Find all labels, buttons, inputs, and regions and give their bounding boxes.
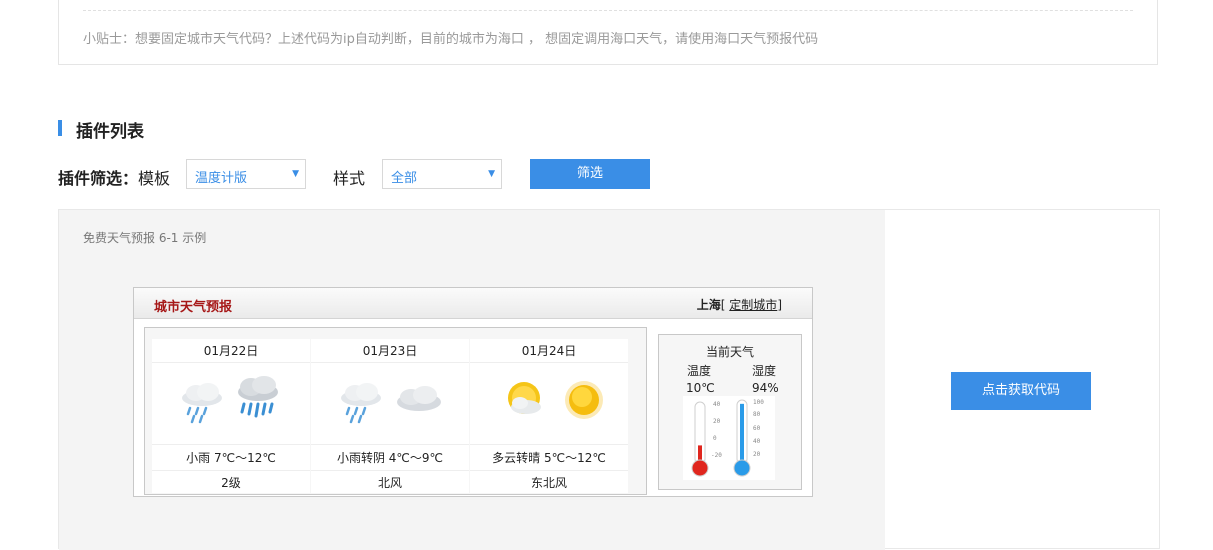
- forecast-wind: 东北风: [470, 470, 628, 494]
- template-select[interactable]: 温度计版 ▼: [186, 159, 306, 189]
- temp-tick-label: 20: [713, 418, 721, 425]
- tip-text: 小贴士：想要固定城市天气代码？上述代码为ip自动判断，目前的城市为海口 ， 想固…: [83, 32, 819, 47]
- template-label: 模板: [138, 169, 171, 188]
- divider: [83, 10, 1133, 11]
- light-rain-icon: [182, 383, 222, 424]
- bracket-close: ]: [777, 298, 782, 312]
- forecast-icons: [311, 364, 469, 444]
- demo-preview: 免费天气预报 6-1 示例 城市天气预报 上海[ 定制城市] 01月22日 小雨…: [59, 210, 885, 550]
- template-select-value: 温度计版: [195, 171, 248, 186]
- forecast-day: 01月23日 小雨转阴 4℃～9℃ 北风: [311, 339, 469, 493]
- heavy-rain-icon: [238, 376, 278, 418]
- chevron-down-icon: ▼: [488, 169, 495, 179]
- forecast-panel: 01月22日 小雨 7℃～12℃ 2级 01月23日 小雨转阴 4℃～9℃ 北风…: [144, 327, 647, 495]
- custom-city-link[interactable]: 定制城市: [729, 298, 777, 312]
- humidity-tick-label: 20: [753, 451, 761, 458]
- forecast-date: 01月22日: [152, 339, 310, 363]
- section-title: 插件列表: [76, 122, 144, 142]
- city-name: 上海: [696, 298, 721, 312]
- humidity-label: 湿度: [752, 364, 777, 378]
- temp-tick-label: 40: [713, 401, 721, 408]
- filter-bar: 插件筛选： 模板 温度计版 ▼ 样式 全部 ▼ 筛选: [58, 158, 698, 190]
- sunny-icon: [565, 381, 603, 419]
- style-select[interactable]: 全部 ▼: [382, 159, 502, 189]
- weather-widget: 城市天气预报 上海[ 定制城市] 01月22日 小雨 7℃～12℃ 2级 01月…: [133, 287, 813, 497]
- widget-title: 城市天气预报: [154, 300, 233, 315]
- forecast-icons: [152, 364, 310, 444]
- get-code-button[interactable]: 点击获取代码: [951, 372, 1091, 410]
- forecast-day: 01月24日 多云转晴 5℃～12℃ 东北风: [470, 339, 628, 493]
- forecast-desc: 多云转晴 5℃～12℃: [470, 444, 628, 470]
- humidity-value: 94%: [752, 381, 779, 395]
- filter-button[interactable]: 筛选: [530, 159, 650, 189]
- temp-tick-label: 0: [713, 435, 717, 442]
- section-marker: [58, 120, 62, 136]
- forecast-desc: 小雨转阴 4℃～9℃: [311, 444, 469, 470]
- forecast-wind: 2级: [152, 470, 310, 494]
- forecast-wind: 北风: [311, 470, 469, 494]
- temp-label: 温度: [687, 364, 712, 378]
- style-select-value: 全部: [391, 171, 418, 186]
- current-weather-panel: 当前天气 温度 湿度 10℃ 94% 40 20 0 -20 100 80 60…: [658, 334, 802, 490]
- bracket-open: [: [720, 298, 726, 312]
- temp-value: 10℃: [686, 381, 715, 395]
- tip-panel: 小贴士：想要固定城市天气代码？上述代码为ip自动判断，目前的城市为海口 ， 想固…: [58, 0, 1158, 65]
- forecast-date: 01月23日: [311, 339, 469, 363]
- chevron-down-icon: ▼: [292, 169, 299, 179]
- thermometer-graphic: 40 20 0 -20 100 80 60 40 20: [683, 396, 775, 480]
- partly-cloudy-icon: [508, 382, 541, 414]
- widget-city: 上海[ 定制城市]: [697, 296, 782, 313]
- humidity-tick-label: 40: [753, 438, 761, 445]
- humidity-tick-label: 80: [753, 411, 761, 418]
- forecast-icons: [470, 364, 628, 444]
- style-label: 样式: [333, 169, 366, 188]
- humidity-tick-label: 100: [753, 399, 764, 406]
- light-rain-icon: [341, 383, 381, 424]
- temp-tick-label: -20: [711, 452, 722, 459]
- humidity-tick-label: 60: [753, 425, 761, 432]
- demo-caption: 免费天气预报 6-1 示例: [83, 231, 207, 245]
- widget-header: 城市天气预报 上海[ 定制城市]: [134, 288, 812, 319]
- forecast-day: 01月22日 小雨 7℃～12℃ 2级: [152, 339, 310, 493]
- forecast-desc: 小雨 7℃～12℃: [152, 444, 310, 470]
- forecast-date: 01月24日: [470, 339, 628, 363]
- filter-label: 插件筛选：: [58, 169, 139, 188]
- overcast-icon: [397, 386, 441, 411]
- current-title: 当前天气: [705, 345, 754, 359]
- plugin-demo-card: 免费天气预报 6-1 示例 城市天气预报 上海[ 定制城市] 01月22日 小雨…: [58, 209, 1160, 550]
